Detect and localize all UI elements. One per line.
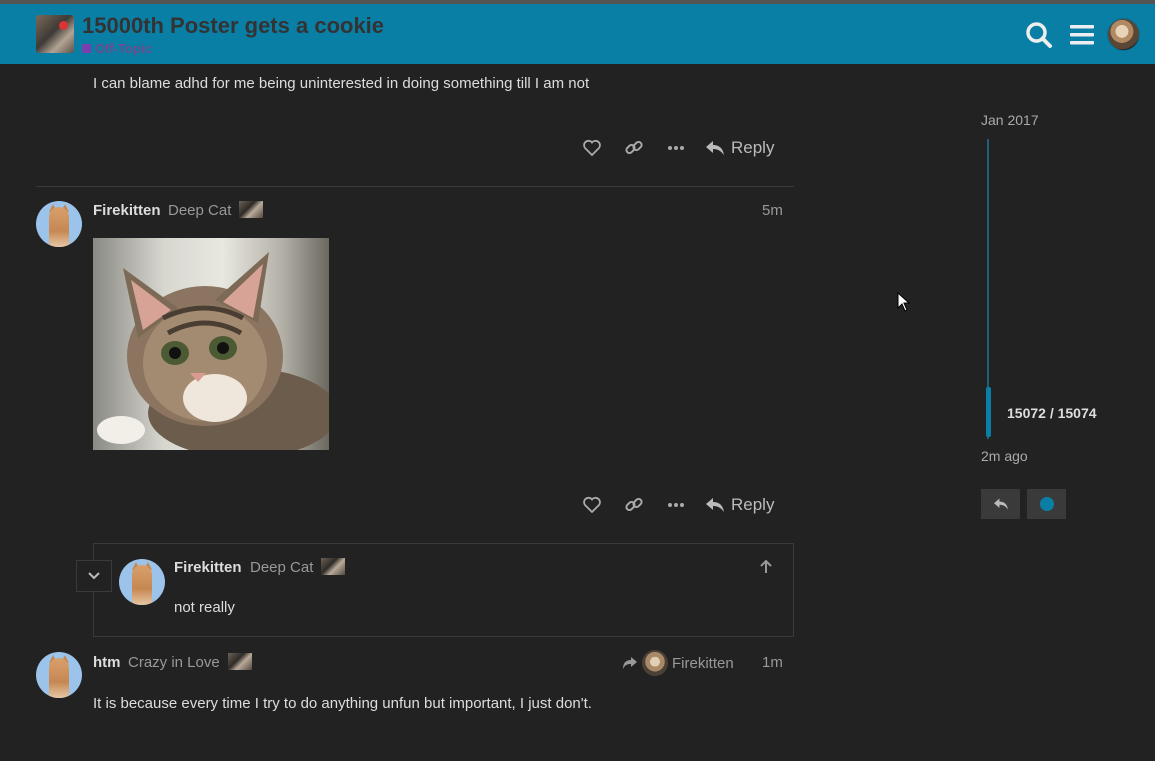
scroll-up-arrow-icon[interactable] xyxy=(758,559,774,580)
timeline-position: 15072 / 15074 xyxy=(1007,405,1097,421)
user-avatar[interactable] xyxy=(1107,18,1140,51)
reply-to-avatar xyxy=(642,650,668,676)
post-actions: Reply xyxy=(581,137,774,159)
embedded-reply xyxy=(93,543,794,637)
user-flair-icon xyxy=(321,558,345,575)
username[interactable]: Firekitten xyxy=(93,202,161,219)
post-actions: Reply xyxy=(581,494,774,516)
post-body: It is because every time I try to do any… xyxy=(93,695,592,712)
user-flair-icon xyxy=(228,653,252,670)
post-divider xyxy=(36,186,794,187)
search-icon[interactable] xyxy=(1024,20,1054,50)
username[interactable]: htm xyxy=(93,654,121,671)
reply-arrow-icon xyxy=(706,498,724,512)
reply-arrow-icon xyxy=(993,498,1008,510)
user-title: Crazy in Love xyxy=(128,654,220,671)
avatar[interactable] xyxy=(119,559,165,605)
more-options-icon[interactable] xyxy=(665,137,687,159)
username[interactable]: Firekitten xyxy=(174,559,242,576)
avatar[interactable] xyxy=(36,201,82,247)
kitten-photo[interactable] xyxy=(93,238,329,450)
like-heart-icon[interactable] xyxy=(581,137,603,159)
category-badge[interactable]: Off-Topic xyxy=(82,41,152,56)
post-body: I can blame adhd for me being uninterest… xyxy=(93,75,590,92)
user-title: Deep Cat xyxy=(168,202,232,219)
user-flair-icon xyxy=(239,201,263,218)
post-timestamp[interactable]: 1m xyxy=(762,654,783,671)
more-options-icon[interactable] xyxy=(665,494,687,516)
notification-level-button[interactable] xyxy=(1027,489,1066,519)
like-heart-icon[interactable] xyxy=(581,494,603,516)
link-icon[interactable] xyxy=(623,494,645,516)
tracking-dot-icon xyxy=(1039,497,1054,511)
embedded-reply-body: not really xyxy=(174,599,235,616)
category-color-square xyxy=(82,44,91,53)
reply-button[interactable]: Reply xyxy=(705,495,774,515)
reply-arrow-icon xyxy=(706,141,724,155)
timeline-start-date[interactable]: Jan 2017 xyxy=(981,112,1039,128)
timeline-handle[interactable] xyxy=(986,387,991,437)
link-icon[interactable] xyxy=(623,137,645,159)
hamburger-menu-icon[interactable] xyxy=(1067,20,1097,50)
user-title: Deep Cat xyxy=(250,559,314,576)
reply-button[interactable]: Reply xyxy=(705,138,774,158)
timeline-reply-button[interactable] xyxy=(981,489,1020,519)
timeline-last-activity[interactable]: 2m ago xyxy=(981,448,1028,464)
avatar[interactable] xyxy=(36,652,82,698)
topic-header: 15000th Poster gets a cookie Off-Topic xyxy=(0,4,1155,64)
share-arrow-icon xyxy=(623,657,637,669)
collapse-chevron-icon[interactable] xyxy=(76,560,112,592)
reply-to-indicator[interactable]: Firekitten xyxy=(622,650,734,676)
post-timestamp[interactable]: 5m xyxy=(762,202,783,219)
topic-title[interactable]: 15000th Poster gets a cookie xyxy=(82,13,384,39)
mouse-cursor-icon xyxy=(897,291,911,317)
site-logo[interactable] xyxy=(36,15,74,53)
